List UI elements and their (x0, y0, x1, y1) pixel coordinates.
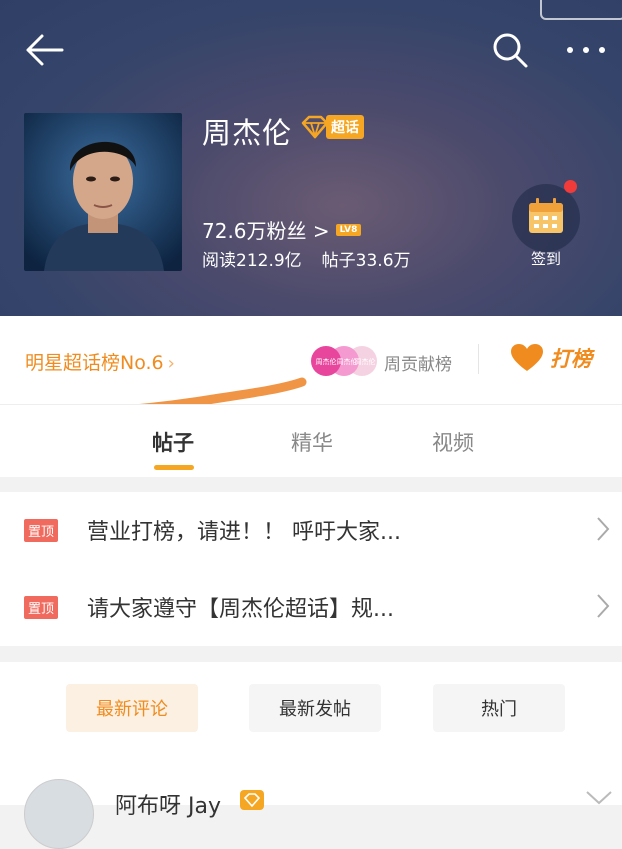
contributor-avatars[interactable]: 周杰伦 周杰伦 周杰伦 (310, 345, 380, 377)
poster-name[interactable]: 阿布呀 Jay (115, 788, 221, 820)
super-topic-badge: 超话 (300, 114, 364, 140)
super-topic-label: 超话 (326, 115, 364, 139)
poster-avatar[interactable] (24, 779, 94, 849)
star-rank-label: 明星超话榜No.6 (25, 352, 164, 374)
checkin-label: 签到 (530, 250, 561, 268)
heart-icon (511, 344, 543, 371)
contributor-3: 周杰伦 (355, 357, 376, 366)
chevron-right-icon (597, 517, 610, 541)
pinned-posts: 置顶 营业打榜，请进！！ 呼吁大家... 置顶 请大家遵守【周杰伦超话】规... (0, 492, 622, 646)
sort-filters: 最新评论 最新发帖 热门 阿布呀 Jay (0, 662, 622, 849)
diamond-icon (240, 790, 264, 810)
pinned-tag: 置顶 (24, 596, 59, 619)
chevron-right-icon (597, 594, 610, 618)
pinned-post[interactable]: 置顶 营业打榜，请进！！ 呼吁大家... (0, 492, 622, 569)
topic-header: 周杰伦 超话 72.6万粉丝 > LV8 阅读212.9亿 帖子33.6万 签到 (0, 0, 622, 316)
tab-indicator (154, 465, 194, 470)
topic-stats: 阅读212.9亿 帖子33.6万 (202, 246, 431, 271)
post-count: 帖子33.6万 (321, 251, 411, 271)
artist-avatar[interactable] (24, 113, 182, 271)
contributor-1: 周杰伦 (316, 357, 337, 366)
tab-featured[interactable]: 精华 (291, 427, 333, 457)
more-icon[interactable] (565, 40, 607, 60)
dabang-label: 打榜 (550, 347, 592, 371)
pinned-title: 请大家遵守【周杰伦超话】规... (87, 597, 394, 622)
filter-latest-post[interactable]: 最新发帖 (249, 684, 381, 732)
fans-text: 72.6万粉丝 > (202, 219, 330, 243)
star-rank-link[interactable]: 明星超话榜No.6 › (25, 348, 175, 375)
chevron-right-icon: › (167, 353, 175, 374)
topic-name: 周杰伦 (202, 116, 293, 150)
calendar-icon (529, 198, 563, 233)
share-pill-icon[interactable] (540, 0, 622, 20)
notification-dot (564, 180, 577, 193)
filter-hot[interactable]: 热门 (433, 684, 565, 732)
tab-posts[interactable]: 帖子 (152, 427, 194, 457)
back-arrow-icon[interactable] (22, 30, 66, 70)
pinned-post[interactable]: 置顶 请大家遵守【周杰伦超话】规... (0, 569, 622, 646)
chevron-down-icon[interactable] (585, 790, 613, 806)
filter-latest-comment[interactable]: 最新评论 (66, 684, 198, 732)
tab-videos[interactable]: 视频 (432, 427, 474, 457)
checkin-button[interactable] (512, 184, 580, 252)
divider (478, 344, 479, 374)
weekly-contribution-link[interactable]: 周贡献榜 (384, 350, 452, 375)
fans-count[interactable]: 72.6万粉丝 > LV8 (202, 215, 362, 244)
search-icon[interactable] (490, 30, 530, 70)
content-tabs: 帖子 精华 视频 (0, 404, 622, 477)
pinned-tag: 置顶 (24, 519, 59, 542)
dabang-button[interactable]: 打榜 (510, 343, 592, 373)
read-count: 阅读212.9亿 (202, 251, 302, 271)
level-badge: LV8 (335, 223, 362, 236)
pinned-title: 营业打榜，请进！！ 呼吁大家... (87, 520, 401, 545)
